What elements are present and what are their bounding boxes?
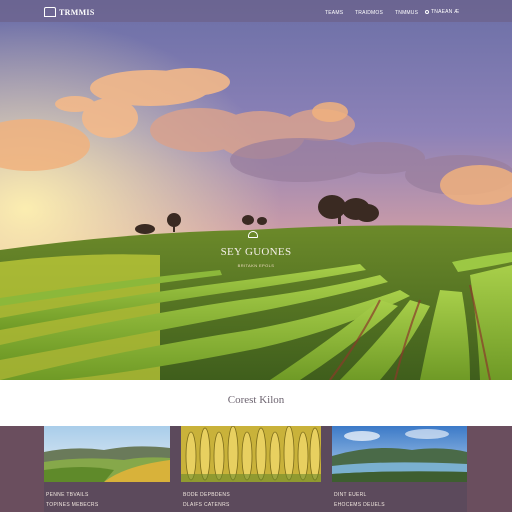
card-1[interactable]: PENNE TBVAILS TOPINES MEBECRS — [44, 426, 170, 512]
nav-search-label: TNAEAN Æ — [431, 9, 460, 15]
nav-search[interactable]: TNAEAN Æ — [425, 9, 459, 15]
band-right-panel — [467, 426, 512, 512]
logo-text: TRMMIS — [59, 7, 95, 17]
nav-item-traidmos[interactable]: TRAIDMOS — [355, 10, 383, 16]
card-1-subtitle: TOPINES MEBECRS — [46, 502, 99, 508]
card-3-title: DINT EUERL — [334, 492, 367, 498]
nav-item-tnmmus[interactable]: TNMMUS — [395, 10, 418, 16]
band-left-panel — [0, 426, 44, 512]
card-2-title: BODE DEPBDENS — [183, 492, 230, 498]
hero-title: SEY GUONES — [220, 246, 292, 258]
nav-item-teams[interactable]: TEAMS — [325, 10, 343, 16]
site-logo[interactable]: TRMMIS — [44, 7, 95, 17]
logo-icon — [44, 7, 56, 17]
card-3[interactable]: DINT EUERL EHOCEMS DEUELS — [332, 426, 467, 512]
section-title: Corest Kilon — [227, 394, 285, 406]
hero-emblem-icon — [248, 231, 258, 238]
card-3-image — [332, 426, 467, 482]
card-2[interactable]: BODE DEPBDENS DLAIFS CATENRS — [181, 426, 321, 512]
hero-landscape-image — [0, 0, 512, 380]
card-1-image — [44, 426, 170, 482]
top-navbar: TRMMIS TEAMS TRAIDMOS TNMMUS TNAEAN Æ — [0, 0, 512, 22]
card-3-subtitle: EHOCEMS DEUELS — [334, 502, 385, 508]
search-icon — [425, 10, 429, 14]
hero-subtitle: BRITAKN EPOLS — [237, 263, 275, 268]
hero-banner — [0, 0, 512, 380]
card-1-title: PENNE TBVAILS — [46, 492, 89, 498]
card-2-subtitle: DLAIFS CATENRS — [183, 502, 230, 508]
card-2-image — [181, 426, 321, 482]
